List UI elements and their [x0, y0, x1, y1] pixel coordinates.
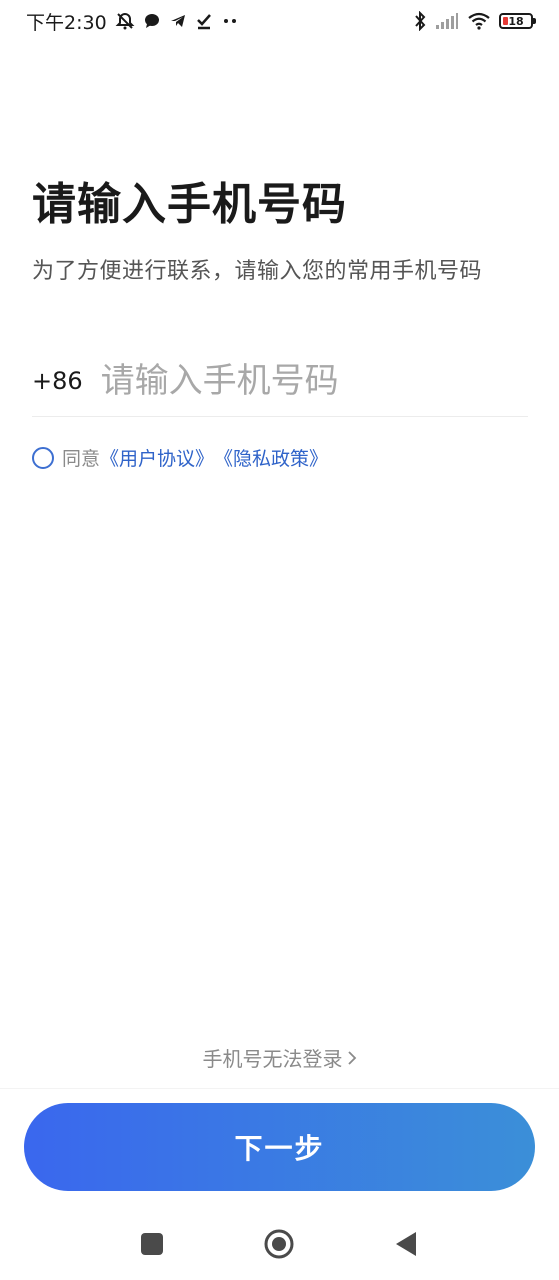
agree-label: 同意 [62, 448, 101, 470]
chevron-right-icon [347, 1047, 357, 1071]
status-right: 18 [413, 10, 536, 32]
bluetooth-icon [413, 10, 427, 32]
agreement-row: 同意 《用户协议》 《隐私政策》 [32, 444, 328, 471]
cannot-login-label: 手机号无法登录 [202, 1047, 343, 1071]
recent-apps-icon[interactable] [132, 1224, 172, 1264]
more-dots-icon [221, 10, 239, 32]
phone-input-row: +86 [32, 345, 528, 417]
divider [0, 1088, 559, 1089]
telegram-icon [169, 10, 187, 32]
cannot-login-link[interactable]: 手机号无法登录 [0, 1043, 559, 1072]
home-icon[interactable] [259, 1224, 299, 1264]
user-agreement-link[interactable]: 《用户协议》 [100, 444, 214, 471]
phone-number-input[interactable] [100, 360, 528, 401]
privacy-policy-link[interactable]: 《隐私政策》 [214, 444, 328, 471]
system-nav-bar [0, 1212, 559, 1276]
chat-bubble-icon [143, 10, 161, 32]
signal-icon [435, 10, 459, 32]
country-code[interactable]: +86 [32, 367, 83, 395]
status-left: 下午2:30 [26, 8, 239, 35]
back-icon[interactable] [386, 1224, 426, 1264]
status-time: 下午2:30 [26, 11, 107, 34]
page-subtitle: 为了方便进行联系，请输入您的常用手机号码 [32, 259, 483, 284]
agree-radio-button[interactable] [32, 446, 54, 469]
wifi-icon [467, 10, 491, 32]
check-icon [195, 10, 213, 32]
battery-level: 18 [508, 14, 524, 28]
battery-icon: 18 [499, 13, 536, 29]
status-bar: 下午2:30 18 [0, 0, 559, 42]
next-step-button[interactable]: 下一步 [24, 1103, 535, 1191]
page-title: 请输入手机号码 [32, 179, 347, 230]
mute-bell-icon [115, 10, 135, 32]
